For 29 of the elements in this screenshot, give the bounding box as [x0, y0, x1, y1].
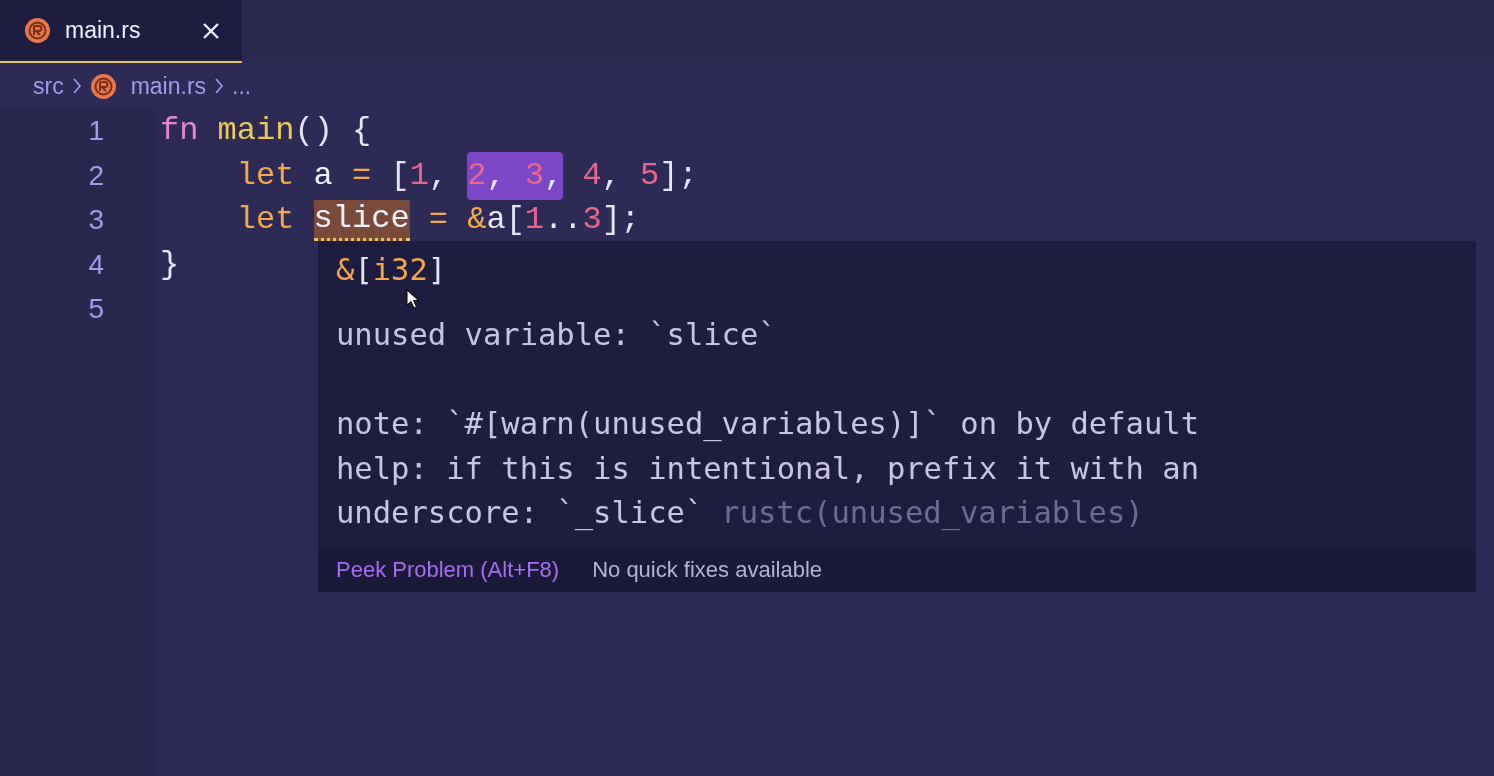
code-line: fn main() { [160, 111, 372, 152]
mouse-cursor-icon [406, 289, 419, 309]
status-text: No quick fixes available [592, 556, 823, 584]
chevron-icon [71, 77, 82, 95]
chevron-icon [214, 77, 225, 95]
code-line: let a = [1, 2, 3, 4, 5]; [236, 151, 698, 200]
diagnostic-text: underscore: `_slice` [336, 494, 704, 533]
close-icon[interactable] [202, 21, 220, 40]
peek-problem-link[interactable]: Peek Problem (Alt+F8) [336, 553, 560, 586]
code-line: let slice = &a[1..3]; [236, 198, 641, 243]
line-number: 1 [88, 114, 104, 149]
code-line: } [160, 244, 180, 285]
line-number: 5 [88, 292, 104, 327]
editor-tab[interactable]: main.rs [0, 0, 242, 63]
line-number: 4 [88, 247, 104, 282]
diagnostic-source: rustc(unused_variables) [721, 494, 1144, 533]
selection-highlight: 2, 3, [467, 151, 564, 200]
diagnostic-text: help: if this is intentional, prefix it with an [336, 449, 1200, 488]
diagnostic-text: note: `#[warn(unused_variables)]` on by default [336, 405, 1200, 444]
rust-file-icon [24, 17, 51, 44]
line-number: 3 [88, 203, 104, 238]
diagnostic-text: unused variable: `slice` [336, 316, 777, 355]
breadcrumb-item[interactable]: ... [232, 68, 252, 104]
warning-highlight: slice [313, 199, 410, 241]
breadcrumb-item[interactable]: src [33, 68, 64, 104]
breadcrumb-item[interactable]: main.rs [130, 68, 207, 104]
type-signature: &[i32] [336, 253, 447, 287]
line-number: 2 [88, 158, 104, 193]
rust-file-icon [89, 72, 117, 100]
